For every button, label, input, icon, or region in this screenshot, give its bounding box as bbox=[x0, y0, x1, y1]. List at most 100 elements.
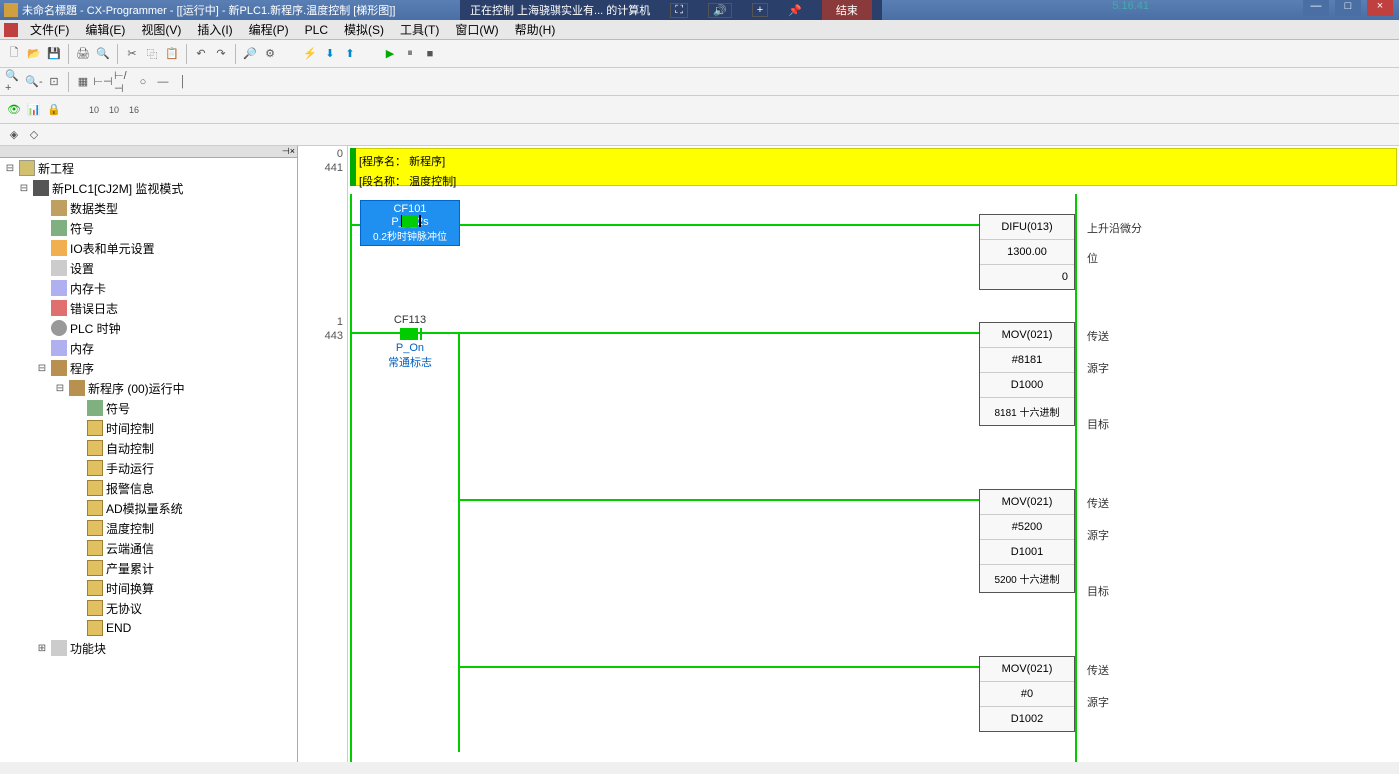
tb-force-icon[interactable]: 🔒 bbox=[44, 100, 64, 120]
remote-pin-icon[interactable]: 📌 bbox=[788, 4, 802, 17]
tb-grid-icon[interactable]: ▦ bbox=[73, 72, 93, 92]
tb-online-icon[interactable]: ⚡ bbox=[300, 44, 320, 64]
tb-stop-icon[interactable]: ■ bbox=[420, 44, 440, 64]
tb-open-icon[interactable]: 📂 bbox=[24, 44, 44, 64]
tb-cut-icon[interactable]: ✂ bbox=[122, 44, 142, 64]
tree-sec-cloud[interactable]: 云端通信 bbox=[0, 538, 297, 558]
remote-expand-icon[interactable]: ⛶ bbox=[670, 3, 688, 18]
rung1-contact[interactable]: CF113 P_On 常通标志 bbox=[360, 314, 460, 370]
tree-plc[interactable]: ⊟新PLC1[CJ2M] 监视模式 bbox=[0, 178, 297, 198]
tb-undo-icon[interactable]: ↶ bbox=[191, 44, 211, 64]
tb-zoom-in-icon[interactable]: 🔍+ bbox=[4, 72, 24, 92]
tree-plcclock[interactable]: PLC 时钟 bbox=[0, 318, 297, 338]
menu-window[interactable]: 窗口(W) bbox=[447, 19, 506, 40]
tb-print-icon[interactable]: 🖨 bbox=[73, 44, 93, 64]
rung-1[interactable]: CF113 P_On 常通标志 MOV(021) #8181 D1000 818… bbox=[350, 314, 1397, 762]
minimize-button[interactable]: — bbox=[1303, 0, 1329, 16]
menu-plc[interactable]: PLC bbox=[297, 21, 336, 39]
rung-0[interactable]: CF101 P_0_2s 0.2秒时钟脉冲位 DIFU(013) 1300.00… bbox=[350, 194, 1397, 314]
tree-plcclock-label: PLC 时钟 bbox=[70, 320, 121, 337]
tb-misc-icon[interactable]: ◈ bbox=[4, 125, 24, 145]
menu-tools[interactable]: 工具(T) bbox=[392, 19, 447, 40]
project-tree[interactable]: ⊣× ⊟新工程 ⊟新PLC1[CJ2M] 监视模式 数据类型 符号 IO表和单元… bbox=[0, 146, 298, 762]
tree-settings[interactable]: 设置 bbox=[0, 258, 297, 278]
rung1-instr-3[interactable]: MOV(021) #0 D1002 bbox=[979, 656, 1075, 732]
tb-contact-no-icon[interactable]: ⊢⊣ bbox=[93, 72, 113, 92]
tb-save-icon[interactable]: 💾 bbox=[44, 44, 64, 64]
tb-zoom-out-icon[interactable]: 🔍- bbox=[24, 72, 44, 92]
tree-sec-time[interactable]: 时间控制 bbox=[0, 418, 297, 438]
tree-sec-timeconv[interactable]: 时间换算 bbox=[0, 578, 297, 598]
tree-sec-noproto[interactable]: 无协议 bbox=[0, 598, 297, 618]
tb-preview-icon[interactable]: 🔍 bbox=[93, 44, 113, 64]
tb-10-icon[interactable]: 10 bbox=[84, 100, 104, 120]
tb-download-icon[interactable]: ⬇ bbox=[320, 44, 340, 64]
tree-datatypes[interactable]: 数据类型 bbox=[0, 198, 297, 218]
menu-simulate[interactable]: 模拟(S) bbox=[336, 19, 392, 40]
tb-line-v-icon[interactable]: │ bbox=[173, 72, 193, 92]
menu-view[interactable]: 视图(V) bbox=[133, 19, 189, 40]
tb-replace-icon[interactable]: ⚙ bbox=[260, 44, 280, 64]
tree-memory[interactable]: 内存 bbox=[0, 338, 297, 358]
tb-run-icon[interactable]: ▶ bbox=[380, 44, 400, 64]
tree-sec-count[interactable]: 产量累计 bbox=[0, 558, 297, 578]
tb-16-icon[interactable]: 16 bbox=[124, 100, 144, 120]
menu-file[interactable]: 文件(F) bbox=[22, 19, 77, 40]
rung-1-addr: 443 bbox=[325, 330, 343, 342]
remote-audio-icon[interactable]: 🔊 bbox=[708, 3, 732, 18]
tree-sec-end[interactable]: END bbox=[0, 618, 297, 638]
tree-sec-auto[interactable]: 自动控制 bbox=[0, 438, 297, 458]
tree-sec-symbols[interactable]: 符号 bbox=[0, 398, 297, 418]
rung0-instr[interactable]: DIFU(013) 1300.00 0 bbox=[979, 214, 1075, 290]
tree-sec-alarm[interactable]: 报警信息 bbox=[0, 478, 297, 498]
menu-program[interactable]: 编程(P) bbox=[241, 19, 297, 40]
tb-new-icon[interactable]: 🗋 bbox=[4, 44, 24, 64]
tree-sec-temp[interactable]: 温度控制 bbox=[0, 518, 297, 538]
tb-redo-icon[interactable]: ↷ bbox=[211, 44, 231, 64]
tree-funcblocks[interactable]: ⊞功能块 bbox=[0, 638, 297, 658]
tree-io[interactable]: IO表和单元设置 bbox=[0, 238, 297, 258]
wire bbox=[458, 499, 979, 501]
rung1-instr-2[interactable]: MOV(021) #5200 D1001 5200 十六进制 bbox=[979, 489, 1075, 593]
progname: 新程序] bbox=[409, 156, 445, 168]
menu-insert[interactable]: 插入(I) bbox=[189, 19, 240, 40]
tree-errorlog[interactable]: 错误日志 bbox=[0, 298, 297, 318]
tree-project[interactable]: ⊟新工程 bbox=[0, 158, 297, 178]
tb-10b-icon[interactable]: 10 bbox=[104, 100, 124, 120]
tree-close-icon[interactable]: ⊣× bbox=[0, 146, 297, 158]
left-rail bbox=[350, 194, 352, 314]
tb-contact-nc-icon[interactable]: ⊢/⊣ bbox=[113, 72, 133, 92]
rung0-contact[interactable]: CF101 P_0_2s 0.2秒时钟脉冲位 bbox=[360, 200, 460, 246]
menu-help[interactable]: 帮助(H) bbox=[507, 19, 564, 40]
tb-find-icon[interactable]: 🔎 bbox=[240, 44, 260, 64]
rung0-instr-name: DIFU(013) bbox=[980, 215, 1074, 240]
rung1-b3-name: MOV(021) bbox=[980, 657, 1074, 682]
tb-watch-icon[interactable]: 📊 bbox=[24, 100, 44, 120]
close-button[interactable]: × bbox=[1367, 0, 1393, 16]
tree-programs-label: 程序 bbox=[70, 360, 94, 377]
tb-misc2-icon[interactable]: ◇ bbox=[24, 125, 44, 145]
tb-coil-icon[interactable]: ○ bbox=[133, 72, 153, 92]
rung1-contact-sym: P_On bbox=[360, 342, 460, 354]
tree-sec-ad[interactable]: AD模拟量系统 bbox=[0, 498, 297, 518]
tb-line-h-icon[interactable]: — bbox=[153, 72, 173, 92]
rung1-b2-op2: D1001 bbox=[980, 540, 1074, 565]
remote-plus-icon[interactable]: + bbox=[752, 3, 768, 17]
tree-symbols[interactable]: 符号 bbox=[0, 218, 297, 238]
menu-edit[interactable]: 编辑(E) bbox=[77, 19, 133, 40]
remote-end-button[interactable]: 结束 bbox=[822, 0, 872, 20]
ladder-editor[interactable]: 0 441 1 443 [程序名： 新程序] [段名称： 温度控制] CF101… bbox=[298, 146, 1399, 762]
tb-monitor-icon[interactable]: 👁 bbox=[4, 100, 24, 120]
tree-errorlog-label: 错误日志 bbox=[70, 300, 118, 317]
tb-pause-icon[interactable]: ⏸ bbox=[400, 44, 420, 64]
tree-programs[interactable]: ⊟程序 bbox=[0, 358, 297, 378]
tb-zoom-fit-icon[interactable]: ⊡ bbox=[44, 72, 64, 92]
tb-paste-icon[interactable]: 📋 bbox=[162, 44, 182, 64]
tree-newprog[interactable]: ⊟新程序 (00)运行中 bbox=[0, 378, 297, 398]
tree-sec-manual[interactable]: 手动运行 bbox=[0, 458, 297, 478]
maximize-button[interactable]: □ bbox=[1335, 0, 1361, 16]
tb-copy-icon[interactable]: ⿻ bbox=[142, 44, 162, 64]
tree-memcard[interactable]: 内存卡 bbox=[0, 278, 297, 298]
tb-upload-icon[interactable]: ⬆ bbox=[340, 44, 360, 64]
rung1-instr-1[interactable]: MOV(021) #8181 D1000 8181 十六进制 bbox=[979, 322, 1075, 426]
